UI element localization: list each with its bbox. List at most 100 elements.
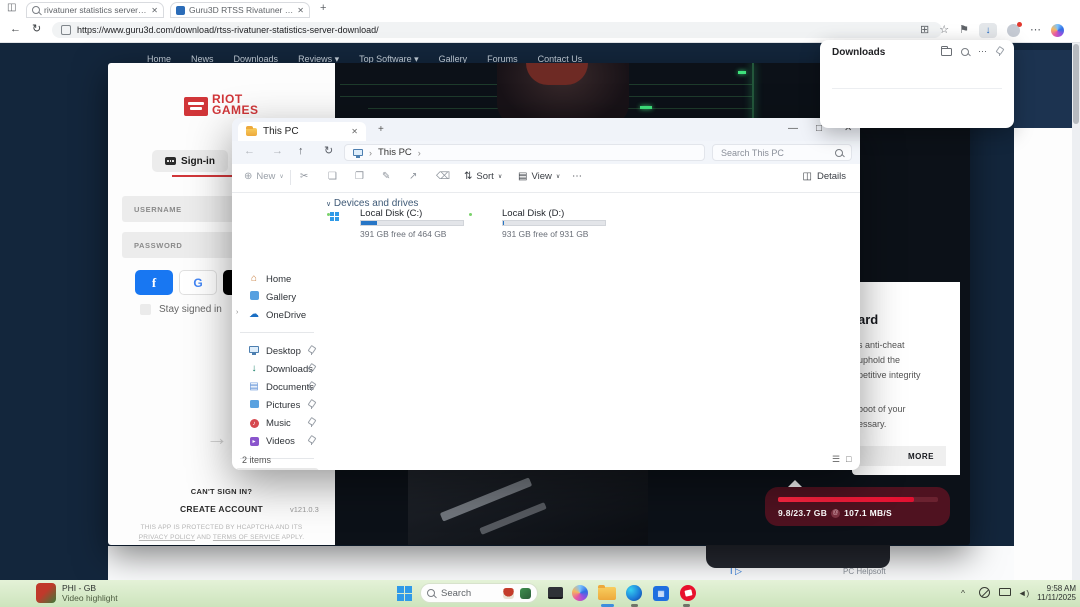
browser-tab-guru3d[interactable]: Guru3D RTSS Rivatuner Statistic... ✕ bbox=[170, 2, 310, 18]
pin-downloads-icon[interactable] bbox=[996, 47, 1004, 56]
site-settings-icon[interactable] bbox=[61, 25, 71, 35]
sidebar-item-documents[interactable]: ▤ Documents bbox=[248, 378, 314, 396]
explorer-back-icon[interactable]: ← bbox=[244, 146, 255, 157]
explorer-tab-close-icon[interactable]: ✕ bbox=[351, 127, 358, 136]
riot-taskbar-icon[interactable] bbox=[678, 583, 698, 603]
search-downloads-icon[interactable] bbox=[961, 48, 969, 56]
terms-of-service-link[interactable]: TERMS OF SERVICE bbox=[213, 534, 280, 541]
expander-chevron[interactable]: › bbox=[236, 309, 238, 316]
explorer-address-bar[interactable]: › This PC › bbox=[344, 144, 705, 161]
sidebar-item-pictures[interactable]: Pictures bbox=[248, 396, 300, 414]
downloads-icon[interactable]: ↓ bbox=[979, 23, 997, 38]
explorer-search-box[interactable]: Search This PC bbox=[712, 144, 852, 161]
sidebar-item-gallery[interactable]: Gallery bbox=[248, 288, 296, 306]
drive-caption: 931 GB free of 931 GB bbox=[502, 229, 588, 239]
view-label: View bbox=[531, 171, 551, 182]
sidebar-item-music[interactable]: ♪ Music bbox=[248, 414, 291, 432]
explorer-tab[interactable]: This PC ✕ bbox=[238, 122, 366, 141]
google-login-button[interactable]: G bbox=[179, 270, 217, 295]
sidebar-item-this-pc[interactable]: This PC bbox=[248, 468, 300, 470]
browser-tabstrip: ◫ rivatuner statistics server downlo... … bbox=[0, 0, 1080, 20]
sidebar-item-desktop[interactable]: Desktop bbox=[248, 342, 301, 360]
details-button[interactable]: ◫Details bbox=[803, 171, 847, 182]
downloads-more-icon[interactable]: ⋯ bbox=[978, 47, 987, 56]
sidebar-item-videos[interactable]: ▸ Videos bbox=[248, 432, 295, 450]
sidebar-item-home[interactable]: ⌂ Home bbox=[248, 270, 291, 288]
sidebar-divider bbox=[240, 332, 314, 333]
weapon-shape bbox=[479, 502, 547, 535]
widget-line1: PHI - GB bbox=[62, 583, 118, 593]
taskbar-widget[interactable]: PHI - GB Video highlight bbox=[62, 583, 118, 603]
tray-chevron-icon[interactable]: ^ bbox=[961, 588, 965, 598]
browser-tab-search[interactable]: rivatuner statistics server downlo... ✕ bbox=[26, 2, 164, 18]
refresh-icon[interactable]: ↻ bbox=[32, 24, 41, 35]
address-bar[interactable]: https://www.guru3d.com/download/rtss-riv… bbox=[52, 22, 942, 38]
taskbar-app-icon[interactable] bbox=[545, 583, 565, 603]
open-downloads-folder-icon[interactable] bbox=[941, 48, 952, 56]
copilot-icon[interactable] bbox=[1051, 24, 1064, 37]
tab-close-icon[interactable]: ✕ bbox=[151, 6, 158, 15]
explorer-navbar: ← → ↑ ↻ › This PC › Search This PC bbox=[232, 141, 860, 164]
learn-more-button[interactable]: MORE bbox=[852, 446, 946, 466]
taskbar-search[interactable]: Search bbox=[420, 583, 538, 603]
share-icon[interactable]: ↗ bbox=[409, 172, 417, 182]
explorer-refresh-icon[interactable]: ↻ bbox=[324, 146, 333, 157]
drive-tile-d[interactable]: Local Disk (D:) 931 GB free of 931 GB bbox=[472, 208, 612, 244]
favorites-icon[interactable]: ☆ bbox=[939, 25, 949, 36]
browser-menu-icon[interactable]: ⋯ bbox=[1030, 25, 1041, 36]
privacy-policy-link[interactable]: PRIVACY POLICY bbox=[139, 534, 195, 541]
toolbar-more-icon[interactable]: ⋯ bbox=[572, 172, 582, 182]
copy-icon[interactable]: ❏ bbox=[328, 172, 337, 182]
explorer-minimize-button[interactable]: — bbox=[788, 123, 798, 134]
file-explorer-taskbar-icon[interactable] bbox=[597, 583, 617, 603]
sidebar-item-onedrive[interactable]: ☁ OneDrive bbox=[248, 306, 306, 324]
start-button[interactable] bbox=[397, 586, 412, 601]
display-cast-icon[interactable] bbox=[999, 588, 1011, 596]
volume-icon[interactable]: ◄) bbox=[1018, 588, 1029, 598]
artwork-dash bbox=[640, 106, 652, 109]
tab-title: rivatuner statistics server downlo... bbox=[44, 5, 147, 15]
page-scrollbar-thumb[interactable] bbox=[1073, 44, 1079, 124]
facebook-login-button[interactable]: f bbox=[135, 270, 173, 295]
plus-circle-icon: ⊕ bbox=[244, 172, 252, 182]
sort-button[interactable]: ⇅Sort∨ bbox=[464, 171, 502, 182]
profile-avatar[interactable] bbox=[1007, 24, 1020, 37]
network-offline-icon[interactable] bbox=[979, 587, 990, 598]
tray-clock[interactable]: 9:58 AM 11/11/2025 bbox=[1032, 584, 1076, 602]
list-view-toggle-icon[interactable]: ☰ bbox=[832, 454, 840, 465]
breadcrumb[interactable]: This PC bbox=[378, 147, 412, 158]
new-tab-button[interactable]: + bbox=[320, 3, 326, 14]
rename-icon[interactable]: ✎ bbox=[382, 172, 390, 182]
explorer-forward-icon[interactable]: → bbox=[272, 146, 283, 157]
sidebar-label: Desktop bbox=[266, 346, 301, 357]
stay-signed-in-checkbox[interactable] bbox=[140, 304, 151, 315]
back-icon[interactable]: ← bbox=[10, 24, 21, 35]
icons-view-toggle-icon[interactable]: □ bbox=[846, 454, 851, 464]
delete-icon[interactable]: ⌫ bbox=[436, 172, 450, 182]
screen: Home News Downloads Reviews ▾ Top Softwa… bbox=[0, 0, 1080, 607]
explorer-new-tab-button[interactable]: + bbox=[378, 124, 384, 135]
copilot-taskbar-icon[interactable] bbox=[570, 583, 590, 603]
tab-list-icon[interactable]: ◫ bbox=[7, 3, 16, 13]
collections-icon[interactable]: ⚑ bbox=[959, 25, 969, 36]
widget-thumbnail[interactable] bbox=[36, 583, 56, 603]
cut-icon[interactable]: ✂ bbox=[300, 172, 308, 182]
submit-arrow-button[interactable]: → bbox=[206, 425, 228, 451]
tab-close-icon[interactable]: ✕ bbox=[297, 6, 304, 15]
new-button[interactable]: ⊕ New ∨ bbox=[244, 171, 284, 182]
stay-signed-in-label: Stay signed in bbox=[159, 304, 222, 315]
tab-sign-in[interactable]: Sign-in bbox=[152, 150, 228, 172]
page-footer-link[interactable]: PC Helpsoft bbox=[843, 567, 886, 576]
store-taskbar-icon[interactable]: ▦ bbox=[651, 583, 671, 603]
paste-icon[interactable]: ❐ bbox=[355, 172, 364, 182]
cant-sign-in-link[interactable]: CAN'T SIGN IN? bbox=[108, 487, 335, 496]
sidebar-item-downloads[interactable]: ↓ Downloads bbox=[248, 360, 313, 378]
download-amount: 9.8/23.7 GB bbox=[778, 508, 827, 518]
edge-taskbar-icon[interactable] bbox=[624, 583, 644, 603]
view-button[interactable]: ▤View∨ bbox=[518, 171, 560, 182]
username-label: USERNAME bbox=[122, 205, 182, 214]
explorer-up-icon[interactable]: ↑ bbox=[298, 146, 304, 157]
drive-tile-c[interactable]: Local Disk (C:) 391 GB free of 464 GB bbox=[330, 208, 470, 244]
split-screen-icon[interactable]: ⊞ bbox=[920, 25, 929, 36]
url-text[interactable]: https://www.guru3d.com/download/rtss-riv… bbox=[77, 25, 379, 35]
